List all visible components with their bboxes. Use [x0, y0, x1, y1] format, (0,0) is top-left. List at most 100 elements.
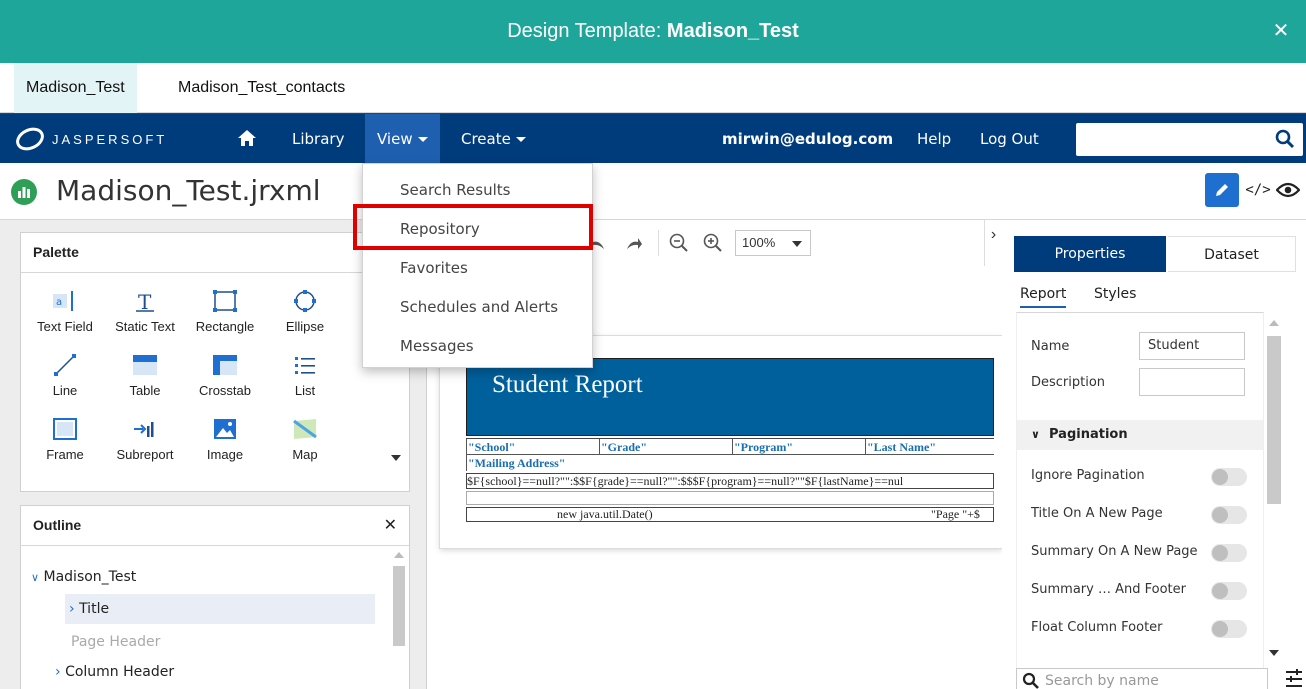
palette-static-text[interactable]: T Static Text [105, 289, 185, 353]
pencil-icon [1216, 184, 1228, 196]
jaspersoft-logo[interactable]: JASPERSOFT [14, 126, 167, 152]
mailing-header-cell[interactable]: "Mailing Address" [466, 455, 994, 471]
palette-label: Image [206, 447, 244, 462]
header-cell[interactable]: "Program" [732, 439, 865, 455]
tab-dataset[interactable]: Dataset [1168, 236, 1296, 272]
chevron-up-icon[interactable] [393, 550, 405, 560]
palette-list[interactable]: List [265, 353, 345, 417]
preview-button[interactable] [1271, 173, 1305, 207]
pagination-section[interactable]: ∨ Pagination [1017, 420, 1263, 450]
rectangle-icon [213, 290, 237, 312]
summary-footer-toggle[interactable] [1211, 582, 1247, 600]
header-cell[interactable]: "School" [466, 439, 599, 455]
palette-map[interactable]: Map [265, 417, 345, 481]
palette-text-field[interactable]: a Text Field [25, 289, 105, 353]
main-navbar: JASPERSOFT Library View Create mirwin@ed… [0, 113, 1306, 164]
palette-crosstab[interactable]: Crosstab [185, 353, 265, 417]
name-field[interactable]: Student [1139, 332, 1245, 360]
static-text-icon: T [136, 290, 154, 313]
palette-rectangle[interactable]: Rectangle [185, 289, 265, 353]
edit-mode-button[interactable] [1205, 173, 1239, 207]
float-column-footer-toggle[interactable] [1211, 620, 1247, 638]
nav-user[interactable]: mirwin@edulog.com [722, 114, 893, 164]
toggle-knob [1212, 469, 1228, 485]
header-cell[interactable]: "Last Name" [865, 439, 994, 455]
nav-library[interactable]: Library [292, 114, 344, 164]
report-file-icon [11, 179, 37, 205]
tab-madison-test-contacts[interactable]: Madison_Test_contacts [166, 63, 357, 113]
document-tabs: Madison_Test Madison_Test_contacts [0, 63, 1306, 113]
summary-new-page-toggle[interactable] [1211, 544, 1247, 562]
zoom-in-icon[interactable] [703, 233, 723, 253]
page-title: Madison_Test.jrxml [56, 174, 321, 207]
subtab-report[interactable]: Report [1020, 286, 1067, 308]
palette-panel: Palette a Text Field T Static Text Recta… [20, 232, 410, 492]
header-cell[interactable]: "Grade" [599, 439, 732, 455]
home-icon[interactable] [237, 129, 257, 149]
palette-label: Ellipse [285, 319, 325, 334]
chevron-down-icon[interactable] [390, 453, 402, 463]
search-icon[interactable] [1275, 129, 1295, 149]
nav-logout[interactable]: Log Out [980, 114, 1039, 164]
palette-line[interactable]: Line [25, 353, 105, 417]
report-title[interactable]: Student Report [492, 371, 643, 399]
palette-subreport[interactable]: Subreport [105, 417, 185, 481]
nav-help[interactable]: Help [917, 114, 951, 164]
global-search-input[interactable] [1076, 123, 1303, 156]
zoom-select[interactable]: 100% [735, 230, 811, 256]
filter-settings-icon[interactable] [1284, 668, 1304, 689]
redo-icon[interactable] [625, 237, 643, 251]
collapse-panel-button[interactable]: › [984, 220, 1002, 266]
nav-view[interactable]: View [365, 114, 440, 164]
tree-item-page-header[interactable]: Page Header [71, 634, 160, 650]
subtab-styles[interactable]: Styles [1094, 286, 1136, 302]
palette-frame[interactable]: Frame [25, 417, 105, 481]
menu-item-schedules-alerts[interactable]: Schedules and Alerts [400, 298, 558, 316]
chevron-up-icon[interactable] [1268, 318, 1280, 328]
detail-row[interactable]: $F{school}==null?"":$$F{grade}==null?"":… [466, 473, 994, 489]
footer-page[interactable]: "Page "+$ [931, 508, 980, 521]
tree-item-root[interactable]: ∨ Madison_Test [31, 569, 136, 585]
properties-scroll-thumb[interactable] [1267, 336, 1281, 504]
palette-label: Subreport [116, 447, 174, 462]
outline-title: Outline [21, 506, 409, 546]
nav-create[interactable]: Create [461, 114, 526, 164]
name-label: Name [1031, 339, 1070, 354]
close-icon[interactable]: ✕ [1264, 14, 1298, 48]
mailing-header-row: "Mailing Address" [466, 454, 994, 471]
menu-item-search-results[interactable]: Search Results [400, 181, 510, 199]
footer-date[interactable]: new java.util.Date() [557, 508, 653, 521]
outline-scrollbar[interactable] [385, 544, 409, 689]
palette-label: Map [292, 447, 318, 462]
code-view-button[interactable]: </> [1241, 173, 1275, 207]
outline-scroll-thumb[interactable] [393, 566, 405, 646]
ignore-pagination-toggle[interactable] [1211, 468, 1247, 486]
tree-item-column-header[interactable]: › Column Header [55, 664, 174, 680]
tab-properties[interactable]: Properties [1014, 236, 1166, 272]
chevron-down-icon[interactable] [1268, 648, 1280, 658]
menu-item-favorites[interactable]: Favorites [400, 259, 468, 277]
zoom-out-icon[interactable] [669, 233, 689, 253]
menu-item-messages[interactable]: Messages [400, 337, 474, 355]
tree-item-title[interactable]: › Title [65, 594, 375, 624]
ellipse-icon [294, 290, 316, 312]
toggle-knob [1212, 583, 1228, 599]
properties-scrollbar[interactable] [1264, 312, 1286, 672]
property-search-input[interactable]: Search by name [1016, 668, 1268, 689]
svg-text:a: a [56, 297, 62, 308]
description-field[interactable] [1139, 368, 1245, 396]
title-band[interactable]: Student Report [466, 358, 994, 436]
palette-label: Static Text [115, 319, 175, 334]
palette-table[interactable]: Table [105, 353, 185, 417]
palette-image[interactable]: Image [185, 417, 265, 481]
tab-madison-test[interactable]: Madison_Test [14, 63, 137, 113]
column-header-row: "School" "Grade" "Program" "Last Name" [466, 438, 994, 455]
close-icon[interactable]: ✕ [384, 515, 397, 535]
section-label: Pagination [1049, 427, 1128, 442]
description-label: Description [1031, 375, 1106, 390]
search-icon [1022, 672, 1039, 689]
toggle-knob [1212, 621, 1228, 637]
palette-ellipse[interactable]: Ellipse [265, 289, 345, 353]
palette-title: Palette [21, 233, 409, 273]
title-new-page-toggle[interactable] [1211, 506, 1247, 524]
